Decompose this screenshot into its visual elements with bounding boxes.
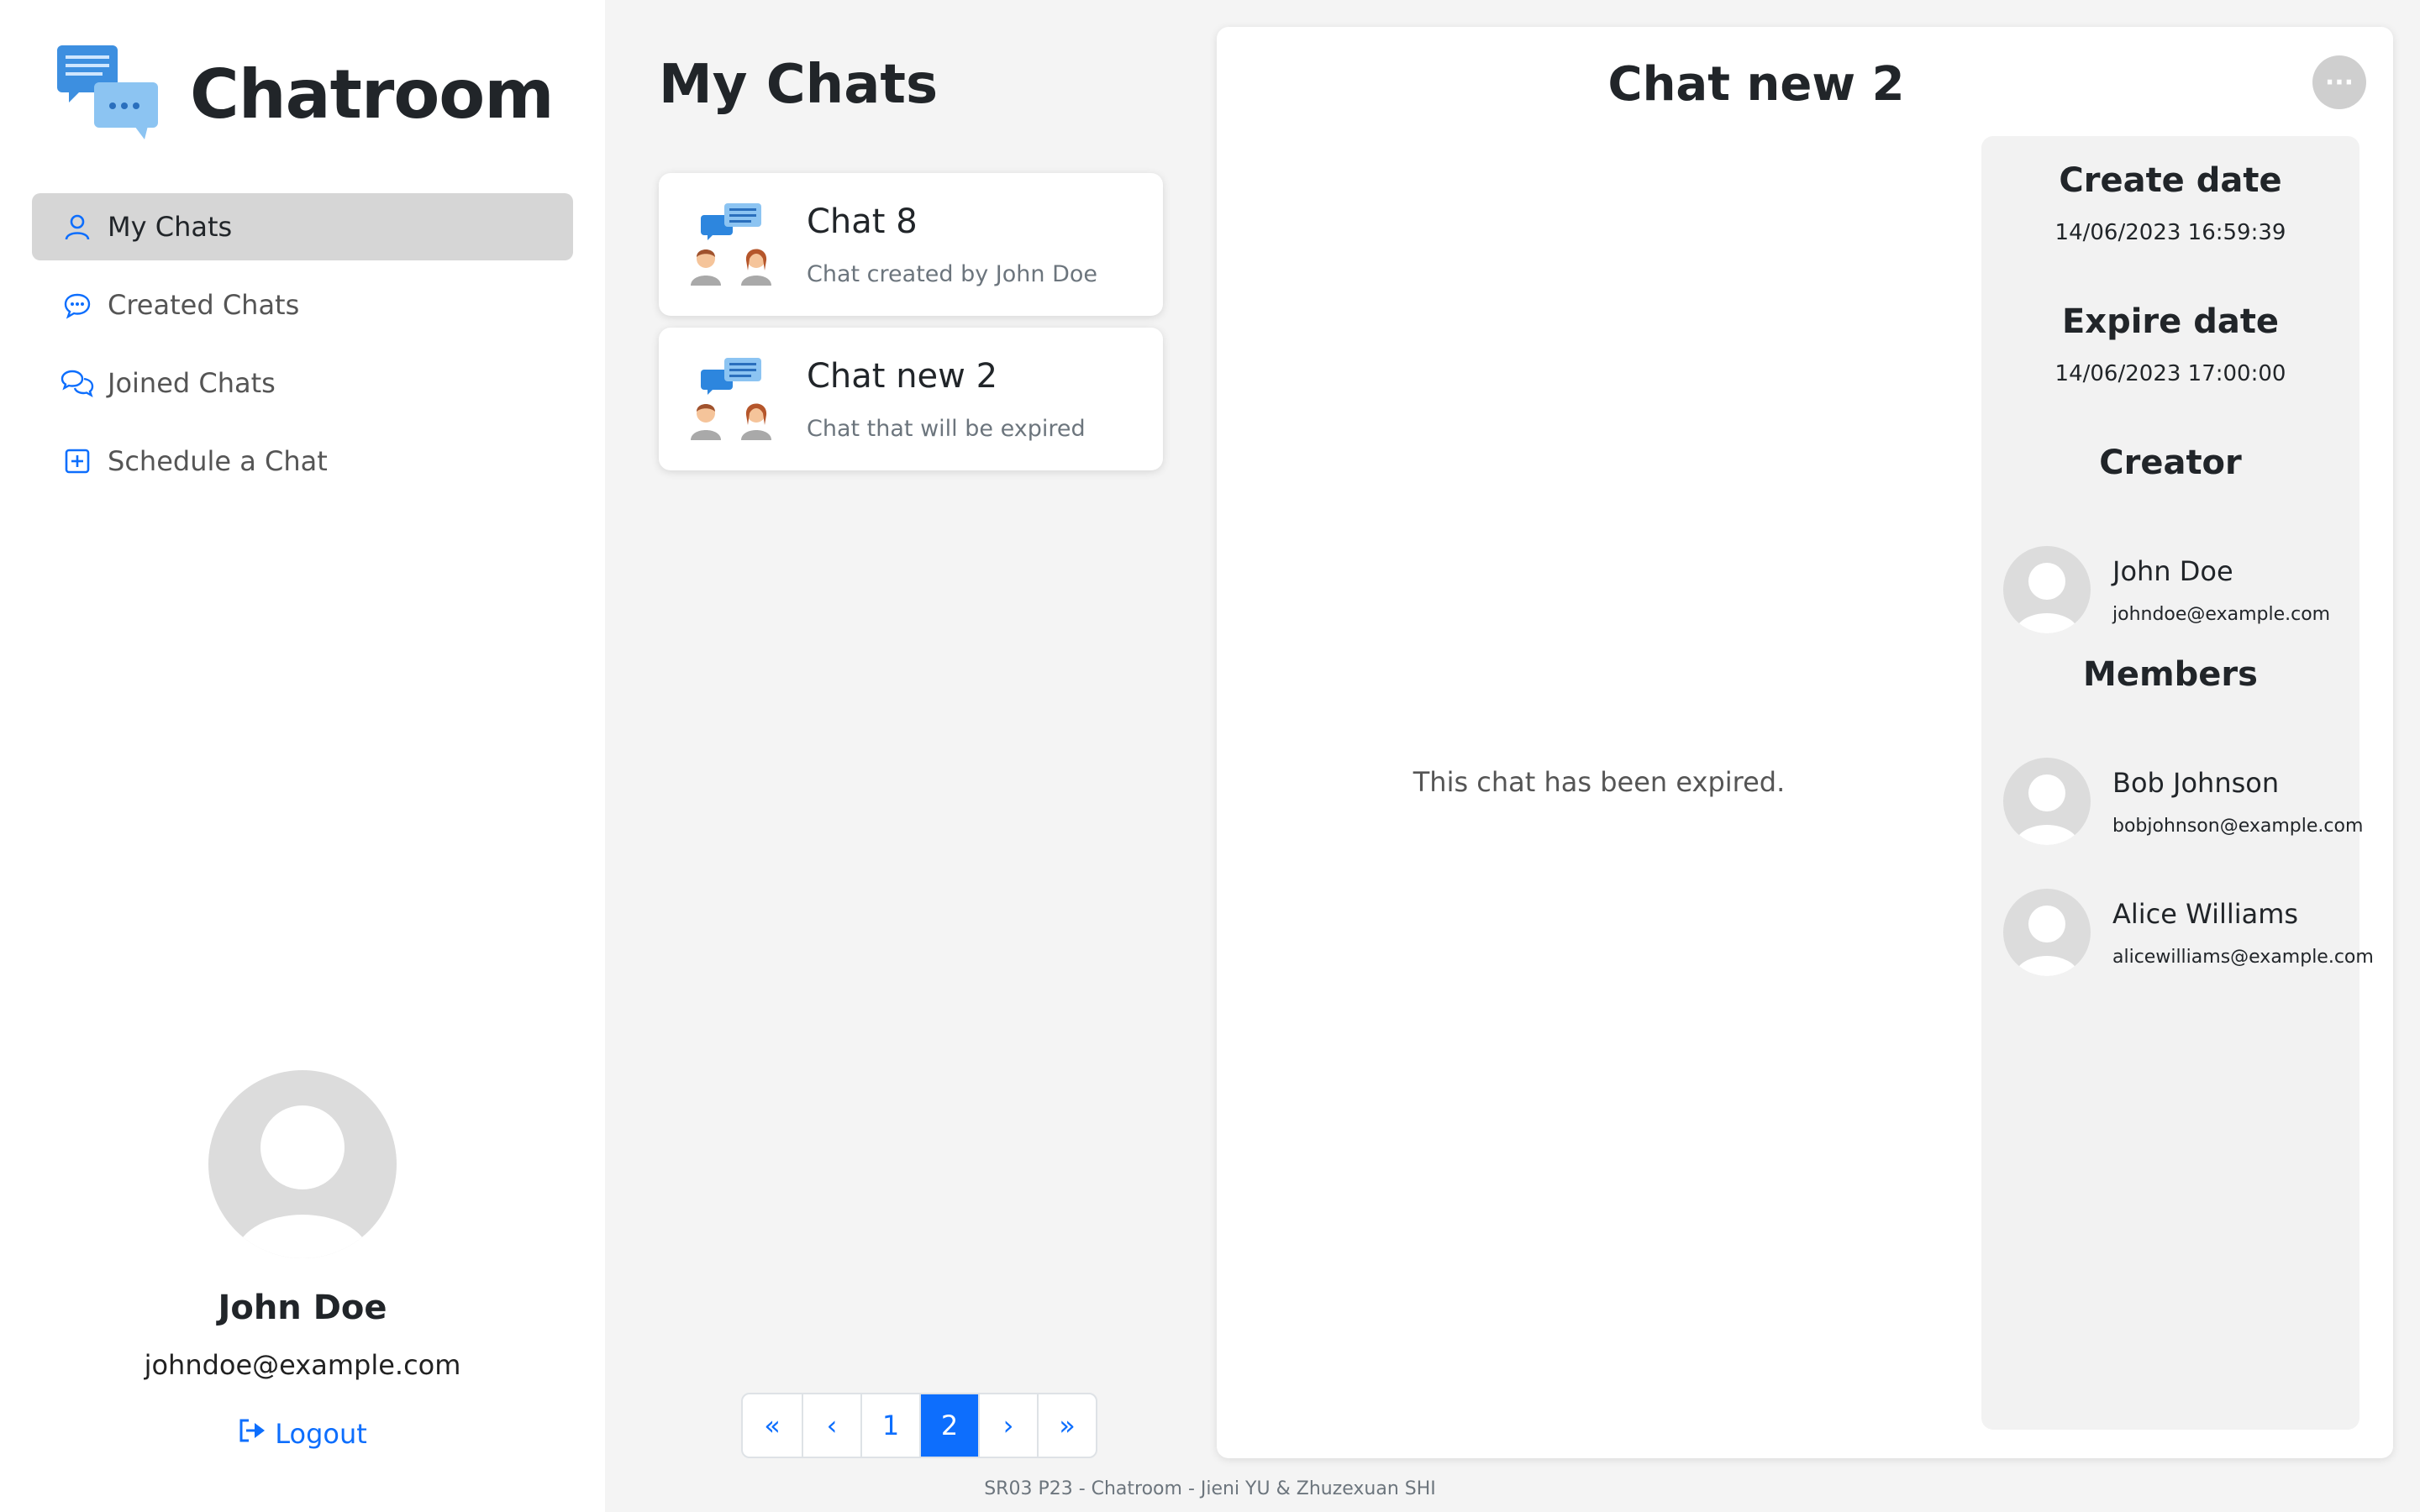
- avatar: [208, 1070, 397, 1258]
- person-icon: [60, 210, 94, 244]
- sidebar-item-schedule-chat[interactable]: Schedule a Chat: [32, 428, 573, 495]
- chat-bubbles-logo-icon: [57, 45, 160, 143]
- chat-group-icon: [689, 353, 776, 445]
- more-options-button[interactable]: ···: [2312, 55, 2366, 109]
- sidebar-item-created-chats[interactable]: Created Chats: [32, 271, 573, 339]
- sidebar-nav: My Chats Created Chats Joined Chats Sche…: [32, 193, 573, 506]
- chat-description: Chat created by John Doe: [807, 260, 1098, 287]
- chat-description: Chat that will be expired: [807, 415, 1086, 442]
- expire-date-value: 14/06/2023 17:00:00: [2054, 361, 2286, 386]
- sidebar-item-joined-chats[interactable]: Joined Chats: [32, 349, 573, 417]
- chat-dots-icon: [60, 288, 94, 322]
- member-row: Bob Johnson bobjohnson@example.com: [2003, 758, 2363, 845]
- pagination-page-2[interactable]: 2: [919, 1394, 978, 1457]
- sidebar-item-label: Joined Chats: [108, 367, 276, 399]
- ellipsis-icon: ···: [2324, 67, 2354, 97]
- sidebar-item-my-chats[interactable]: My Chats: [32, 193, 573, 260]
- member-name: Alice Williams: [2112, 897, 2299, 930]
- chat-card[interactable]: Chat 8 Chat created by John Doe: [659, 173, 1163, 316]
- creator-row: John Doe johndoe@example.com: [2003, 546, 2330, 633]
- logout-icon: [238, 1418, 266, 1450]
- sidebar: Chatroom My Chats Created Chats Joined C…: [0, 0, 605, 1512]
- chat-info-panel: Create date 14/06/2023 16:59:39 Expire d…: [1981, 136, 2374, 1430]
- members-label: Members: [2083, 655, 2258, 694]
- chat-title: Chat 8: [807, 202, 918, 241]
- creator-name: John Doe: [2112, 554, 2233, 587]
- user-profile: John Doe johndoe@example.com Logout: [0, 1070, 605, 1450]
- pagination-prev-button[interactable]: ‹: [802, 1394, 860, 1457]
- brand: Chatroom: [57, 45, 555, 143]
- pagination-last-button[interactable]: »: [1037, 1394, 1096, 1457]
- avatar: [2003, 889, 2091, 976]
- expire-date-label: Expire date: [2061, 302, 2280, 341]
- creator-email: johndoe@example.com: [2112, 603, 2331, 625]
- pagination-page-1[interactable]: 1: [860, 1394, 919, 1457]
- chat-title: Chat new 2: [807, 356, 998, 396]
- chats-icon: [60, 366, 94, 400]
- pagination: « ‹ 1 2 › »: [741, 1393, 1097, 1458]
- create-date-label: Create date: [2059, 161, 2282, 200]
- sidebar-item-label: My Chats: [108, 211, 233, 243]
- plus-square-icon: [60, 444, 94, 478]
- profile-email: johndoe@example.com: [144, 1349, 461, 1381]
- create-date-value: 14/06/2023 16:59:39: [2054, 220, 2286, 245]
- chat-detail-panel: Chat new 2 ··· This chat has been expire…: [1217, 27, 2393, 1458]
- member-row: Alice Williams alicewilliams@example.com: [2003, 889, 2374, 976]
- chat-card[interactable]: Chat new 2 Chat that will be expired: [659, 328, 1163, 470]
- pagination-first-button[interactable]: «: [743, 1394, 802, 1457]
- member-name: Bob Johnson: [2112, 766, 2280, 799]
- chat-detail-title: Chat new 2: [1607, 57, 1905, 112]
- footer: SR03 P23 - Chatroom - Jieni YU & Zhuzexu…: [984, 1478, 1436, 1499]
- chat-group-icon: [689, 198, 776, 291]
- sidebar-item-label: Created Chats: [108, 289, 300, 321]
- logout-button[interactable]: Logout: [238, 1418, 367, 1450]
- pagination-next-button[interactable]: ›: [978, 1394, 1037, 1457]
- page-title: My Chats: [659, 54, 939, 116]
- chat-expired-message: This chat has been expired.: [1413, 766, 1786, 798]
- member-email: alicewilliams@example.com: [2112, 946, 2374, 968]
- avatar: [2003, 546, 2091, 633]
- sidebar-item-label: Schedule a Chat: [108, 445, 328, 477]
- member-email: bobjohnson@example.com: [2112, 815, 2364, 837]
- creator-label: Creator: [2099, 444, 2242, 482]
- avatar: [2003, 758, 2091, 845]
- logout-label: Logout: [275, 1418, 367, 1450]
- app-title: Chatroom: [190, 55, 555, 134]
- profile-name: John Doe: [218, 1289, 387, 1327]
